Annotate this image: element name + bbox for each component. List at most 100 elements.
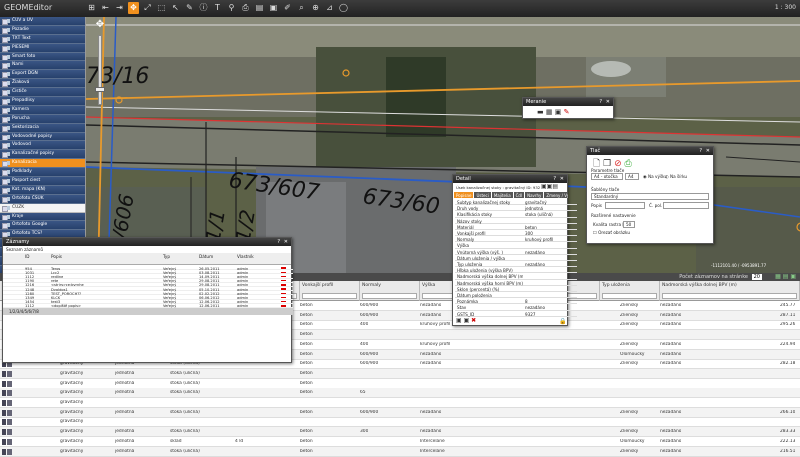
- remove-icon[interactable]: [281, 292, 286, 295]
- print-icon[interactable]: ⎙: [240, 2, 251, 14]
- layer-item[interactable]: Vodovodné popisy: [0, 132, 85, 142]
- text-icon[interactable]: T: [212, 2, 223, 14]
- zaznamy-pager[interactable]: 1/2/3/4/5/6/7/8: [3, 308, 293, 315]
- pointer-icon[interactable]: ↖: [170, 2, 181, 14]
- row-action-icon[interactable]: [2, 438, 12, 445]
- layer-item[interactable]: Žiaková: [0, 79, 85, 89]
- select-rect-icon[interactable]: ⬚: [156, 2, 167, 14]
- layer-item[interactable]: Kamera: [0, 105, 85, 115]
- zaznamy-col-header[interactable]: ID: [25, 254, 29, 259]
- zaznamy-col-header[interactable]: Typ: [163, 254, 170, 259]
- zaznamy-col-header[interactable]: Dátum: [199, 254, 213, 259]
- page-size-select[interactable]: 20: [751, 274, 762, 280]
- help-icon[interactable]: ?: [599, 98, 602, 106]
- row-action-icon[interactable]: [2, 419, 12, 426]
- grid-col-header[interactable]: Normaly: [360, 281, 420, 301]
- close-icon[interactable]: ✕: [706, 147, 710, 155]
- layer-item[interactable]: Kraje: [0, 212, 85, 222]
- row-action-icon[interactable]: [2, 370, 12, 377]
- print-icon[interactable]: ⎙: [625, 159, 632, 169]
- detail-tab[interactable]: Zmeny / Vyzdy: [544, 192, 568, 198]
- zoom-slider-handle[interactable]: [95, 87, 105, 92]
- crop-checkbox[interactable]: ☐ Orezať obrázku: [593, 230, 630, 235]
- layer-item[interactable]: Kanalizačné popisy: [0, 150, 85, 160]
- remove-icon[interactable]: [281, 271, 286, 274]
- grid-row[interactable]: gravitačný jednotná stoka (uličná) beton: [0, 368, 800, 379]
- layer-item[interactable]: Smart foto: [0, 52, 85, 62]
- zaznamy-col-header[interactable]: Popis: [51, 254, 62, 259]
- layer-item[interactable]: Kat. mapa (KN): [0, 185, 85, 195]
- grid-row[interactable]: gravitačný jednotná stoka (uličná) beton 600…: [0, 407, 800, 418]
- grid-row[interactable]: gravitačný: [0, 417, 800, 428]
- measure-area-icon[interactable]: ▦: [546, 108, 553, 116]
- detail-value[interactable]: 9327: [525, 312, 577, 317]
- pencil-icon[interactable]: ✐: [282, 2, 293, 14]
- grid-row[interactable]: gravitačný jednotná stoka (uličná) beton: [0, 379, 800, 389]
- remove-icon[interactable]: [281, 284, 286, 286]
- ruler-icon[interactable]: ⊿: [324, 2, 335, 14]
- layer-item[interactable]: Kanalizacia: [0, 159, 85, 169]
- detail-actions[interactable]: ▣ ▣ ✖: [456, 317, 476, 324]
- grid-filter-input[interactable]: [362, 293, 417, 299]
- detail-tab[interactable]: Navrhy: [525, 192, 544, 198]
- measure-clear-icon[interactable]: ▣: [555, 108, 562, 116]
- detail-tab[interactable]: Majitelia: [491, 192, 513, 198]
- grid-filter-input[interactable]: [602, 293, 657, 299]
- layer-item[interactable]: Porucha: [0, 114, 85, 124]
- fullscreen-icon[interactable]: ⤢: [142, 2, 153, 14]
- help-icon[interactable]: ?: [553, 175, 556, 183]
- layers-icon[interactable]: ▤: [254, 2, 265, 14]
- remove-icon[interactable]: [281, 275, 286, 278]
- layer-item[interactable]: Vodovod: [0, 141, 85, 151]
- kvalita-stepper[interactable]: 50: [623, 221, 635, 228]
- cpol-input[interactable]: [663, 202, 709, 209]
- zoom-slider[interactable]: [98, 35, 102, 105]
- delete-icon[interactable]: ✖: [471, 317, 476, 324]
- zaznamy-col-header[interactable]: Vlastník: [237, 254, 254, 259]
- zoom-icon[interactable]: ⊕: [310, 2, 321, 14]
- info-icon[interactable]: ⓘ: [198, 2, 209, 14]
- detail-tools[interactable]: ▣▣▤: [541, 183, 558, 190]
- layer-item[interactable]: PIESEMI: [0, 43, 85, 53]
- row-action-icon[interactable]: [2, 448, 12, 455]
- measure-angle-icon[interactable]: ✎: [564, 108, 570, 116]
- zoom-select[interactable]: A4: [625, 173, 639, 180]
- detail-tab[interactable]: Čdl: [513, 192, 525, 198]
- layer-item[interactable]: Sektorizacia: [0, 123, 85, 133]
- layer-item[interactable]: Ortofoto Google: [0, 221, 85, 231]
- orient-landscape[interactable]: ○ Na šírku: [665, 174, 687, 179]
- paper-select[interactable]: A4 - otočka: [591, 173, 623, 180]
- row-action-icon[interactable]: [2, 390, 12, 397]
- remove-icon[interactable]: [281, 300, 286, 303]
- forward-icon[interactable]: ⇥: [114, 2, 125, 14]
- layer-item[interactable]: ČÚV a ÚV: [0, 17, 85, 26]
- grid-col-header[interactable]: Vonkajší profil: [300, 281, 360, 301]
- close-icon[interactable]: ✕: [606, 98, 610, 106]
- row-action-icon[interactable]: [2, 429, 12, 436]
- grid-row[interactable]: gravitačný jednotná stoka (uličná) beton 300…: [0, 427, 800, 438]
- layer-item[interactable]: Čističe: [0, 88, 85, 98]
- layer-item[interactable]: ČÚZK: [0, 203, 85, 213]
- row-action-icon[interactable]: [2, 400, 12, 406]
- help-icon[interactable]: ?: [699, 147, 702, 155]
- pin-icon[interactable]: ⚲: [226, 2, 237, 14]
- layer-item[interactable]: Pasport ciest: [0, 177, 85, 186]
- remove-icon[interactable]: [281, 267, 286, 269]
- layer-item[interactable]: Export DGN: [0, 70, 85, 80]
- grid-col-header[interactable]: Nadmorská výška dolnej BPV (m): [660, 281, 800, 301]
- lock-icon[interactable]: 🔒: [559, 318, 566, 325]
- layer-item[interactable]: Ortofoto ČSÚK: [0, 194, 85, 204]
- layer-item[interactable]: Prepadlisy: [0, 97, 85, 106]
- grid-row[interactable]: gravitačný jednotná stoka (uličná) beton Int…: [0, 446, 800, 457]
- row-action-icon[interactable]: [2, 409, 12, 416]
- search-icon[interactable]: ⌕: [296, 2, 307, 14]
- grid-filter-input[interactable]: [662, 293, 797, 299]
- remove-icon[interactable]: [281, 288, 286, 290]
- grid-row[interactable]: gravitačný jednotná stoka (uličná) beton 65: [0, 388, 800, 399]
- grid-filter-input[interactable]: [302, 293, 357, 299]
- close-icon[interactable]: ✕: [284, 238, 288, 246]
- map-pan-icon[interactable]: ✥: [94, 19, 106, 31]
- move-icon[interactable]: ✥: [128, 2, 139, 14]
- grid-row[interactable]: gravitačný jednotná sklad 4 ld beton Intercel…: [0, 437, 800, 447]
- help-icon[interactable]: ?: [277, 238, 280, 246]
